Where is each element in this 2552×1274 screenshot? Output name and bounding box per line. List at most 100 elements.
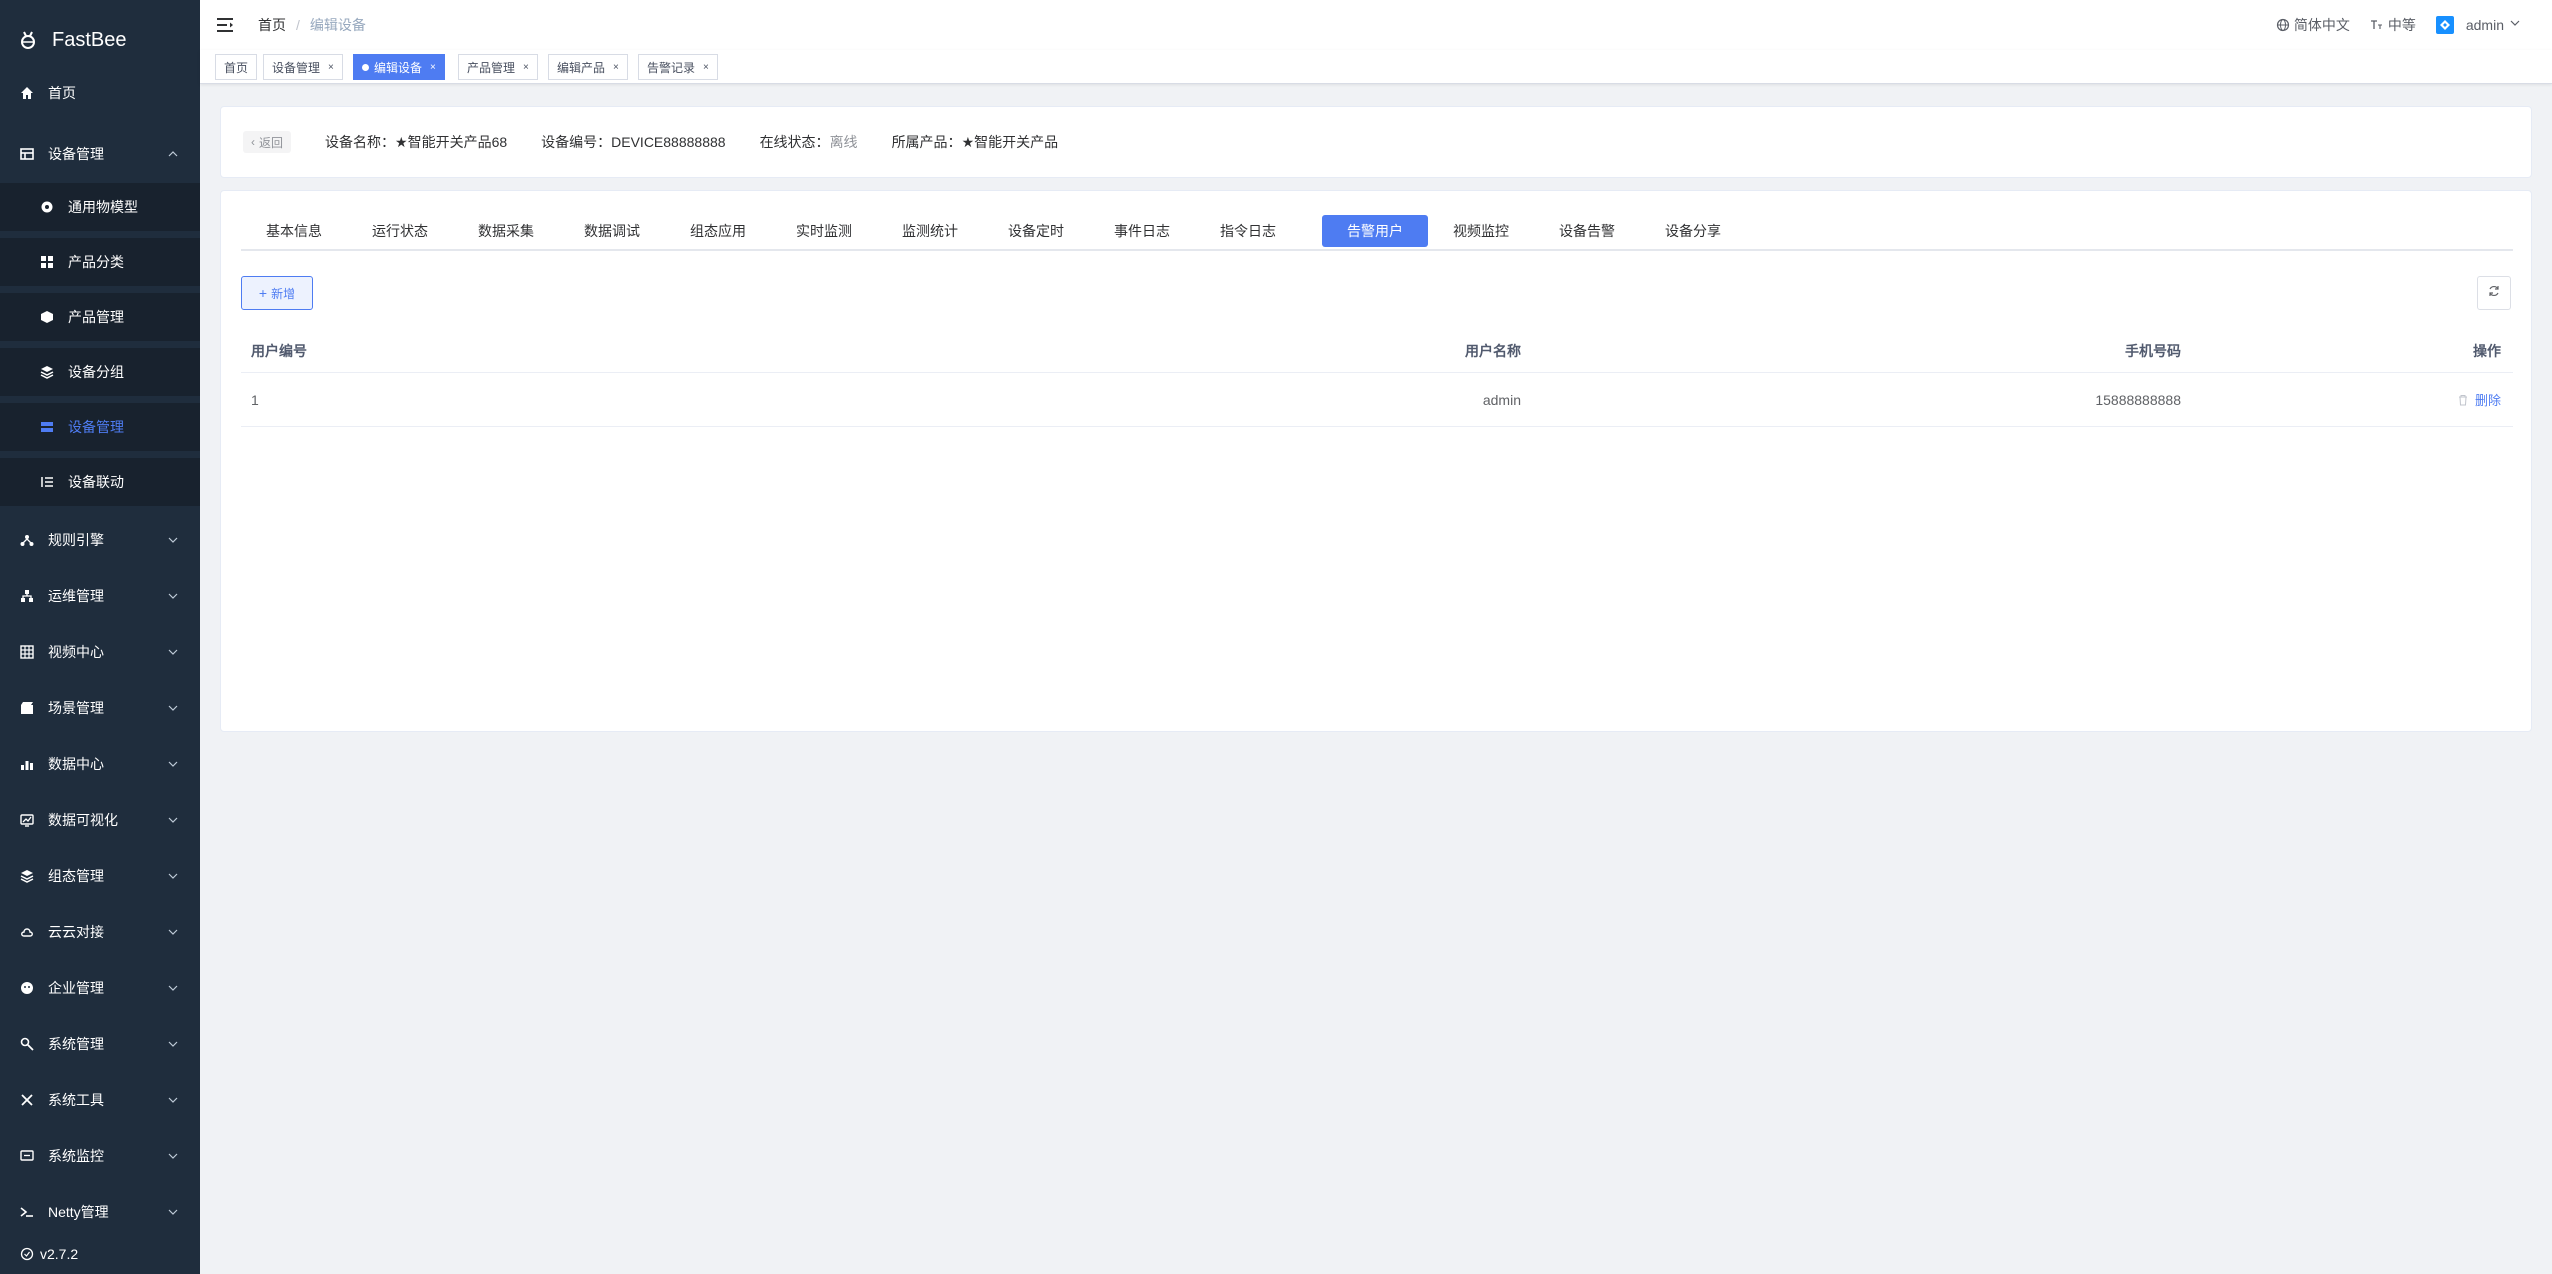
active-dot-icon xyxy=(362,63,369,71)
sidebar-item-label: 云云对接 xyxy=(48,924,104,940)
chevron-down-icon xyxy=(2510,18,2524,32)
close-icon[interactable]: × xyxy=(613,62,619,73)
sidebar-item-device-management[interactable]: 设备管理 xyxy=(0,133,200,175)
sidebar-item-scene[interactable]: 场景管理 xyxy=(0,687,200,729)
tab-command-log[interactable]: 指令日志 xyxy=(1195,215,1301,247)
tab-video-monitor[interactable]: 视频监控 xyxy=(1428,215,1534,247)
tab-realtime-monitor[interactable]: 实时监测 xyxy=(771,215,877,247)
alert-users-table: 用户编号 用户名称 手机号码 操作 1 admin 15888888888 删除 xyxy=(241,329,2513,427)
delete-button[interactable]: 删除 xyxy=(2457,390,2501,409)
tab-monitor-stats[interactable]: 监测统计 xyxy=(877,215,983,247)
refresh-button[interactable] xyxy=(2477,276,2511,310)
chevron-down-icon xyxy=(168,1039,178,1049)
sidebar-item-cloud[interactable]: 云云对接 xyxy=(0,911,200,953)
tag-edit-device[interactable]: 编辑设备 × xyxy=(353,54,445,80)
tab-label: 设备定时 xyxy=(1008,223,1064,239)
sidebar-subitem-linkage[interactable]: 设备联动 xyxy=(0,458,200,506)
sidebar-item-label: 数据中心 xyxy=(48,756,104,772)
tab-device-alerts[interactable]: 设备告警 xyxy=(1534,215,1640,247)
tag-product-management[interactable]: 产品管理 × xyxy=(458,54,538,80)
sidebar-item-data-center[interactable]: 数据中心 xyxy=(0,743,200,785)
logo[interactable]: FastBee xyxy=(0,0,200,80)
tab-running-status[interactable]: 运行状态 xyxy=(347,215,453,247)
header-user-name: 用户名称 xyxy=(1465,342,1521,359)
tag-alert-records[interactable]: 告警记录 × xyxy=(638,54,718,80)
tab-data-collection[interactable]: 数据采集 xyxy=(453,215,559,247)
size-label: 中等 xyxy=(2387,17,2416,33)
sidebar-subitem-model[interactable]: 通用物模型 xyxy=(0,183,200,231)
device-serial-value: DEVICE88888888 xyxy=(611,134,726,150)
sidebar-subitem-category[interactable]: 产品分类 xyxy=(0,238,200,286)
sidebar-subitem-group[interactable]: 设备分组 xyxy=(0,348,200,396)
tab-device-share[interactable]: 设备分享 xyxy=(1640,215,1746,247)
sidebar-item-netty[interactable]: Netty管理 xyxy=(0,1191,200,1233)
alert-users-card: 基本信息 运行状态 数据采集 数据调试 组态应用 实时监测 监测统计 设备定时 … xyxy=(220,190,2532,732)
device-serial-label: 设备编号： xyxy=(541,134,612,150)
tab-label: 视频监控 xyxy=(1453,223,1509,239)
chevron-up-icon xyxy=(168,149,178,159)
close-icon[interactable]: × xyxy=(523,62,529,73)
sidebar-item-label: 首页 xyxy=(48,85,76,101)
linkage-icon xyxy=(40,475,54,489)
add-button[interactable]: + 新增 xyxy=(241,276,313,310)
system-icon xyxy=(20,1037,34,1051)
sidebar-item-ops[interactable]: 运维管理 xyxy=(0,575,200,617)
sidebar-item-tools[interactable]: 系统工具 xyxy=(0,1079,200,1121)
chevron-left-icon: ‹ xyxy=(251,135,255,149)
cell-phone: 15888888888 xyxy=(2095,391,2181,408)
chevron-down-icon xyxy=(168,703,178,713)
close-icon[interactable]: × xyxy=(430,62,436,73)
chevron-down-icon xyxy=(168,591,178,601)
close-icon[interactable]: × xyxy=(328,62,334,73)
sidebar-subitem-device-list[interactable]: 设备管理 xyxy=(0,403,200,451)
enterprise-icon xyxy=(20,981,34,995)
table-row: 1 admin 15888888888 删除 xyxy=(241,373,2513,427)
device-name-value: ★智能开关产品68 xyxy=(395,134,508,150)
sidebar-item-label: 系统监控 xyxy=(48,1148,104,1164)
tag-label: 编辑产品 xyxy=(557,60,606,75)
device-info-card: ‹ 返回 设备名称：★智能开关产品68 设备编号：DEVICE88888888 … xyxy=(220,106,2532,178)
tab-device-timer[interactable]: 设备定时 xyxy=(983,215,1089,247)
chevron-down-icon xyxy=(168,535,178,545)
sidebar-item-monitor[interactable]: 系统监控 xyxy=(0,1135,200,1177)
device-status-field: 在线状态：离线 xyxy=(760,132,858,152)
tab-label: 事件日志 xyxy=(1114,223,1170,239)
sidebar-item-system[interactable]: 系统管理 xyxy=(0,1023,200,1065)
tab-label: 数据调试 xyxy=(584,223,640,239)
tag-device-management[interactable]: 设备管理 × xyxy=(263,54,343,80)
size-selector[interactable]: 中等 xyxy=(2370,15,2416,35)
back-button[interactable]: ‹ 返回 xyxy=(243,131,292,153)
chevron-down-icon xyxy=(168,647,178,657)
sidebar-item-video[interactable]: 视频中心 xyxy=(0,631,200,673)
close-icon[interactable]: × xyxy=(703,62,709,73)
sidebar-item-rule-engine[interactable]: 规则引擎 xyxy=(0,519,200,561)
chevron-down-icon xyxy=(168,1207,178,1217)
tab-data-debug[interactable]: 数据调试 xyxy=(559,215,665,247)
tab-config-app[interactable]: 组态应用 xyxy=(665,215,771,247)
sidebar-item-enterprise[interactable]: 企业管理 xyxy=(0,967,200,1009)
user-menu[interactable]: admin xyxy=(2435,16,2524,34)
tab-label: 告警用户 xyxy=(1347,223,1403,239)
tab-basic-info[interactable]: 基本信息 xyxy=(241,215,347,247)
sidebar-item-config[interactable]: 组态管理 xyxy=(0,855,200,897)
tag-home[interactable]: 首页 xyxy=(215,54,258,80)
tag-edit-product[interactable]: 编辑产品 × xyxy=(548,54,628,80)
chevron-down-icon xyxy=(168,815,178,825)
menu-toggle-icon[interactable] xyxy=(216,17,234,33)
tab-label: 设备告警 xyxy=(1559,223,1615,239)
tag-label: 编辑设备 xyxy=(374,60,423,75)
chevron-down-icon xyxy=(168,983,178,993)
breadcrumb-home[interactable]: 首页 xyxy=(258,15,286,35)
tab-event-log[interactable]: 事件日志 xyxy=(1089,215,1195,247)
model-icon xyxy=(40,200,54,214)
globe-icon xyxy=(2276,18,2290,32)
sidebar-item-visualization[interactable]: 数据可视化 xyxy=(0,799,200,841)
chevron-down-icon xyxy=(168,871,178,881)
sidebar-item-home[interactable]: 首页 xyxy=(0,72,200,114)
sidebar-subitem-product[interactable]: 产品管理 xyxy=(0,293,200,341)
breadcrumb-current: 编辑设备 xyxy=(309,17,366,33)
device-product-field: 所属产品：★智能开关产品 xyxy=(892,132,1059,152)
version-label: v2.7.2 xyxy=(40,1246,79,1262)
language-selector[interactable]: 简体中文 xyxy=(2276,15,2350,35)
tab-alert-users[interactable]: 告警用户 xyxy=(1322,215,1428,247)
